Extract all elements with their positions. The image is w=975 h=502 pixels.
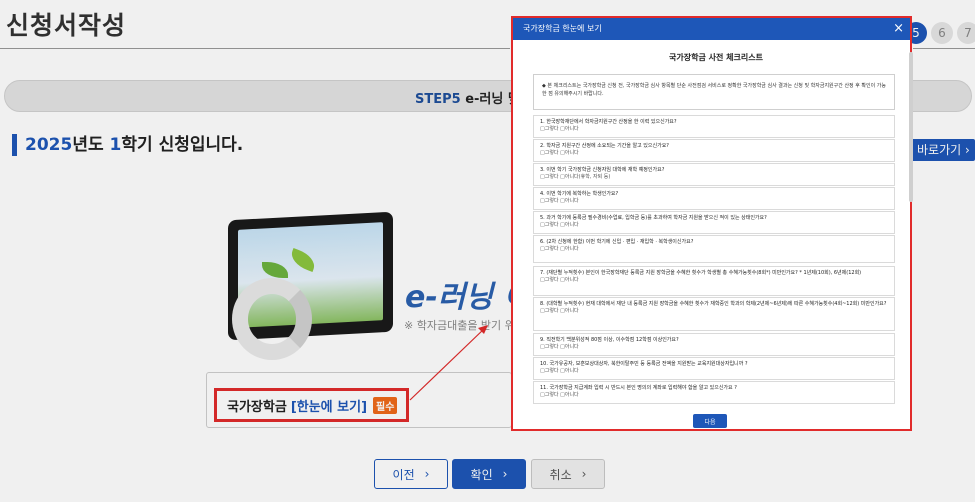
question-text: 1. 한국장학재단에서 학자금지원구간 산정을 한 이력 있으신가요?: [540, 119, 677, 125]
question-text: 4. 이번 학기에 복학하는 학생인가요?: [540, 191, 619, 197]
answer-options[interactable]: □그렇다 □아니다: [540, 126, 888, 133]
answer-options[interactable]: □그렇다 □아니다: [540, 150, 888, 157]
checklist-item: 1. 한국장학재단에서 학자금지원구간 산정을 한 이력 있으신가요? □그렇다 …: [533, 115, 895, 138]
answer-options[interactable]: □그렇다 □아니다: [540, 308, 888, 315]
answer-options[interactable]: □그렇다 □아니다: [540, 344, 888, 351]
question-text: 10. 국가유공자, 보훈보상대상자, 북한이탈주민 등 등록금 전액을 지원받…: [540, 361, 748, 367]
answer-options[interactable]: □그렇다 □아니다(휴학, 자퇴 등): [540, 174, 888, 181]
modal-body: 국가장학금 사전 체크리스트 ◆ 본 체크리스트는 국가장학금 신청 전, 국가…: [525, 52, 907, 422]
close-icon[interactable]: ×: [893, 18, 904, 40]
checklist-item: 2. 학자금 지원구간 산정에 소요되는 기간을 알고 있으신가요? □그렇다 □…: [533, 139, 895, 162]
question-text: 8. (대학별 누적횟수) 현재 대학에서 재단 내 등록금 지원 장학금을 수…: [540, 301, 887, 307]
modal-header: 국가장학금 한눈에 보기 ×: [513, 18, 910, 40]
answer-options[interactable]: □그렇다 □아니다: [540, 392, 888, 399]
prev-label: 이전: [392, 467, 415, 482]
question-text: 11. 국가장학금 지급계좌 입력 시 반드시 본인 명의의 계좌로 입력해야 …: [540, 385, 737, 391]
checklist-item: 3. 이번 학기 국가장학금 신청자임 대학에 재학 예정인가요? □그렇다 □아…: [533, 163, 895, 186]
answer-options[interactable]: □그렇다 □아니다: [540, 222, 888, 229]
modal-next-button[interactable]: 다음: [693, 414, 727, 428]
chevron-right-icon: ›: [502, 467, 508, 481]
modal-title: 국가장학금 사전 체크리스트: [669, 53, 763, 62]
confirm-button[interactable]: 확인 ›: [452, 459, 526, 489]
chevron-right-icon: ›: [424, 467, 430, 481]
question-text: 2. 학자금 지원구간 산정에 소요되는 기간을 알고 있으신가요?: [540, 143, 669, 149]
answer-options[interactable]: □그렇다 □아니다: [540, 246, 888, 253]
checklist-item: 10. 국가유공자, 보훈보상대상자, 북한이탈주민 등 등록금 전액을 지원받…: [533, 357, 895, 380]
modal-header-title: 국가장학금 한눈에 보기: [523, 24, 602, 33]
modal-scrollbar[interactable]: [909, 52, 913, 202]
question-text: 9. 직전학기 백분위성적 80점 이상, 이수학점 12학점 이상인가요?: [540, 337, 679, 343]
question-text: 3. 이번 학기 국가장학금 신청자임 대학에 재학 예정인가요?: [540, 167, 665, 173]
question-text: 5. 과거 학기에 등록금 필수경비(수업료, 입학금 등)를 초과하여 학자금…: [540, 215, 767, 221]
cancel-label: 취소: [549, 467, 572, 482]
checklist-item: 8. (대학별 누적횟수) 현재 대학에서 재단 내 등록금 지원 장학금을 수…: [533, 297, 895, 331]
question-text: 6. (2차 신청에 한함) 이번 학기에 신입 · 편입 · 재입학 · 복학…: [540, 239, 694, 245]
question-text: 7. (재단별 누적횟수) 본인이 한국장학재단 등록금 지원 장학금을 수혜한…: [540, 270, 862, 276]
checklist-item: 7. (재단별 누적횟수) 본인이 한국장학재단 등록금 지원 장학금을 수혜한…: [533, 266, 895, 296]
prev-button[interactable]: 이전 ›: [374, 459, 448, 489]
answer-options[interactable]: □그렇다 □아니다: [540, 198, 888, 205]
checklist-item: 9. 직전학기 백분위성적 80점 이상, 이수학점 12학점 이상인가요? □그…: [533, 333, 895, 356]
answer-options[interactable]: □그렇다 □아니다: [540, 277, 888, 284]
checklist-item: 5. 과거 학기에 등록금 필수경비(수업료, 입학금 등)를 초과하여 학자금…: [533, 211, 895, 234]
checklist-item: 11. 국가장학금 지급계좌 입력 시 반드시 본인 명의의 계좌로 입력해야 …: [533, 381, 895, 404]
answer-options[interactable]: □그렇다 □아니다: [540, 368, 888, 375]
cancel-button[interactable]: 취소 ›: [531, 459, 605, 489]
checklist-modal: 국가장학금 한눈에 보기 × 국가장학금 사전 체크리스트 ◆ 본 체크리스트는…: [511, 16, 913, 431]
checklist-item: 4. 이번 학기에 복학하는 학생인가요? □그렇다 □아니다: [533, 187, 895, 210]
checklist-item: 6. (2차 신청에 한함) 이번 학기에 신입 · 편입 · 재입학 · 복학…: [533, 235, 895, 263]
confirm-label: 확인: [470, 467, 493, 482]
chevron-right-icon: ›: [581, 467, 587, 481]
modal-intro: ◆ 본 체크리스트는 국가장학금 신청 전, 국가장학금 심사 항목별 단순 사…: [533, 74, 895, 110]
